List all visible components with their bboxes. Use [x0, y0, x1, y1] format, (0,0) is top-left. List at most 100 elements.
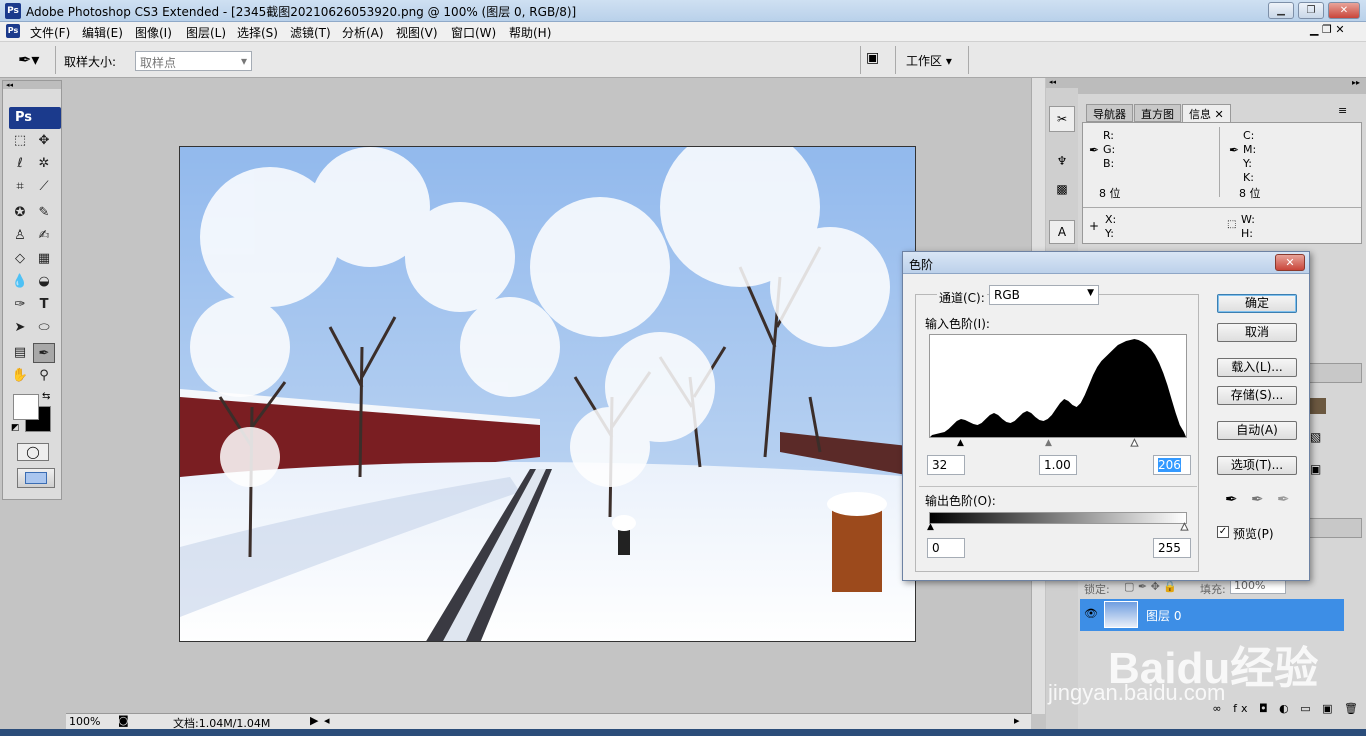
crop-tool-icon[interactable]: ⌗: [9, 177, 31, 197]
output-white-handle[interactable]: ▲: [1181, 522, 1189, 533]
history-brush-icon[interactable]: ✍: [33, 226, 55, 246]
menu-item-6[interactable]: 分析(A): [342, 24, 384, 41]
style-icon-2[interactable]: ▣: [1310, 462, 1321, 476]
stamp-tool-icon[interactable]: ♙: [9, 226, 31, 246]
swap-colors-icon[interactable]: ⇆: [42, 391, 50, 402]
shape-tool-icon[interactable]: ⬭: [33, 318, 55, 338]
scroll-right-icon[interactable]: ▸: [1014, 714, 1020, 727]
bridge-icon[interactable]: ▣: [866, 50, 879, 66]
screen-mode-button[interactable]: [17, 468, 55, 488]
menu-item-1[interactable]: 编辑(E): [82, 24, 123, 41]
sample-size-select[interactable]: 取样点 ▾: [135, 51, 252, 71]
output-white-field[interactable]: 255: [1153, 538, 1191, 558]
layer-thumbnail: [1104, 601, 1138, 628]
quick-mask-icon[interactable]: ◯: [17, 443, 49, 461]
layer-actions[interactable]: ∞ fx ◘ ◐ ▭ ▣ 🗑: [1082, 702, 1362, 720]
visibility-eye-icon[interactable]: 👁: [1084, 607, 1098, 620]
options-button[interactable]: 选项(T)...: [1217, 456, 1297, 475]
tab-histogram[interactable]: 直方图: [1134, 104, 1181, 122]
eyedropper-tool-icon[interactable]: ✒: [33, 343, 55, 363]
minimize-button[interactable]: ▁: [1268, 2, 1294, 19]
h-label: H:: [1241, 227, 1253, 240]
move-tool-icon[interactable]: ✥: [33, 131, 55, 151]
ok-button[interactable]: 确定: [1217, 294, 1297, 313]
slice-tool-icon[interactable]: ⟋: [33, 177, 55, 197]
input-slider[interactable]: ▲ ▲ ▲: [929, 438, 1187, 450]
zoom-level[interactable]: 100%: [69, 715, 100, 728]
type-tool-icon[interactable]: T: [33, 295, 55, 315]
crosshair-icon: +: [1089, 219, 1100, 233]
menu-item-5[interactable]: 滤镜(T): [290, 24, 331, 41]
lasso-tool-icon[interactable]: ℓ: [9, 154, 31, 174]
tab-navigator[interactable]: 导航器: [1086, 104, 1133, 122]
tab-info[interactable]: 信息 ✕: [1182, 104, 1231, 122]
panel-collapse-bar[interactable]: ▸▸: [1078, 78, 1366, 94]
zoom-tool-icon[interactable]: ⚲: [33, 366, 55, 386]
layer-row[interactable]: 👁 图层 0: [1080, 599, 1344, 631]
blur-tool-icon[interactable]: 💧: [9, 272, 31, 292]
cancel-button[interactable]: 取消: [1217, 323, 1297, 342]
layer-name[interactable]: 图层 0: [1146, 607, 1181, 624]
white-eyedropper-icon[interactable]: ✒: [1277, 490, 1290, 508]
gradient-tool-icon[interactable]: ▦: [33, 249, 55, 269]
black-eyedropper-icon[interactable]: ✒: [1225, 490, 1238, 508]
save-button[interactable]: 存储(S)...: [1217, 386, 1297, 405]
brushes-icon[interactable]: ♆: [1049, 150, 1075, 172]
close-button[interactable]: ✕: [1328, 2, 1360, 19]
menu-item-0[interactable]: 文件(F): [30, 24, 70, 41]
swatch-brown[interactable]: [1310, 398, 1326, 414]
character-icon[interactable]: A: [1049, 220, 1075, 244]
status-icon[interactable]: ◙: [118, 714, 129, 727]
pen-tool-icon[interactable]: ✑: [9, 295, 31, 315]
clone-source-icon[interactable]: ▩: [1049, 178, 1075, 200]
preview-label: 预览(P): [1233, 527, 1274, 541]
eraser-tool-icon[interactable]: ◇: [9, 249, 31, 269]
menu-item-2[interactable]: 图像(I): [135, 24, 172, 41]
input-white-handle[interactable]: ▲: [1131, 438, 1139, 449]
notes-tool-icon[interactable]: ▤: [9, 343, 31, 363]
dialog-close-button[interactable]: ✕: [1275, 254, 1305, 271]
menu-item-8[interactable]: 窗口(W): [451, 24, 496, 41]
eyedropper-icon[interactable]: ✒▾: [18, 50, 39, 69]
toolbox-grip[interactable]: ◂◂: [3, 81, 61, 89]
dodge-tool-icon[interactable]: ◒: [33, 272, 55, 292]
load-button[interactable]: 载入(L)...: [1217, 358, 1297, 377]
output-black-field[interactable]: 0: [927, 538, 965, 558]
magic-wand-icon[interactable]: ✲: [33, 154, 55, 174]
output-black-handle[interactable]: ▲: [927, 522, 934, 532]
default-colors-icon[interactable]: ◩: [11, 423, 20, 433]
brush-tool-icon[interactable]: ✎: [33, 203, 55, 223]
tools-preset-icon[interactable]: ✂: [1049, 106, 1075, 132]
doc-window-controls[interactable]: ▁ ❐ ✕: [1310, 23, 1345, 36]
input-black-handle[interactable]: ▲: [957, 438, 964, 448]
auto-button[interactable]: 自动(A): [1217, 421, 1297, 440]
channel-select[interactable]: RGB ▼: [989, 285, 1099, 305]
input-white-field[interactable]: 206: [1153, 455, 1191, 475]
healing-brush-icon[interactable]: ✪: [9, 203, 31, 223]
panel-menu-icon[interactable]: ≡: [1338, 104, 1347, 117]
menu-item-3[interactable]: 图层(L): [186, 24, 226, 41]
document-image[interactable]: [179, 146, 916, 642]
lock-icons[interactable]: ▢ ✒ ✥ 🔒: [1124, 580, 1177, 593]
foreground-color-swatch[interactable]: [13, 394, 39, 420]
gray-eyedropper-icon[interactable]: ✒: [1251, 490, 1264, 508]
menu-item-4[interactable]: 选择(S): [237, 24, 278, 41]
marquee-tool-icon[interactable]: ⬚: [9, 131, 31, 151]
b-label: B:: [1103, 157, 1115, 170]
menu-item-9[interactable]: 帮助(H): [509, 24, 551, 41]
input-black-field[interactable]: 32: [927, 455, 965, 475]
scroll-left-icon[interactable]: ◂: [324, 714, 330, 727]
path-select-icon[interactable]: ➤: [9, 318, 31, 338]
maximize-button[interactable]: ❐: [1298, 2, 1324, 19]
bits-right: 8 位: [1239, 187, 1261, 200]
hand-tool-icon[interactable]: ✋: [9, 366, 31, 386]
menu-item-7[interactable]: 视图(V): [396, 24, 438, 41]
workspace-menu[interactable]: 工作区 ▾: [906, 52, 952, 69]
style-icon[interactable]: ▧: [1310, 430, 1321, 444]
input-gamma-field[interactable]: 1.00: [1039, 455, 1077, 475]
preview-checkbox[interactable]: ✓: [1217, 526, 1229, 538]
status-menu-arrow-icon[interactable]: ▶: [310, 714, 318, 727]
dock-grip[interactable]: ◂◂: [1046, 78, 1078, 88]
input-gamma-handle[interactable]: ▲: [1045, 438, 1052, 448]
output-slider[interactable]: ▲ ▲: [927, 522, 1189, 534]
